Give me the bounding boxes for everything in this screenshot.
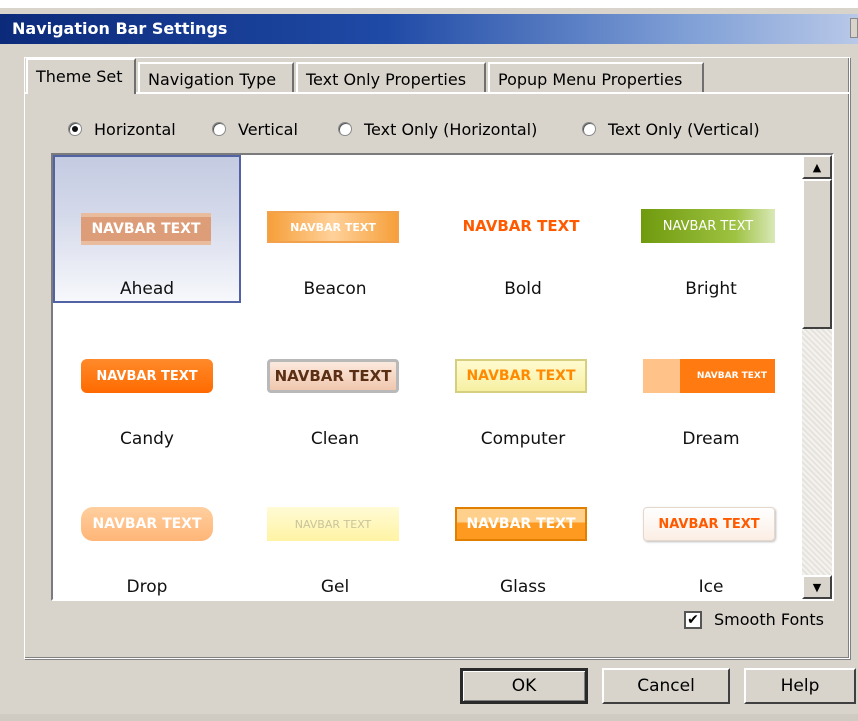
radio-button-icon [582, 122, 596, 136]
theme-preview: NAVBAR TEXT [267, 507, 399, 541]
dialog-bottom-edge [0, 714, 858, 721]
theme-label: Bold [504, 279, 542, 299]
theme-preview: NAVBAR TEXT [643, 507, 775, 541]
theme-tile-bright[interactable]: NAVBAR TEXT Bright [617, 155, 805, 303]
help-button[interactable]: Help [744, 668, 856, 704]
window-title: Navigation Bar Settings [12, 19, 228, 38]
radio-label: Horizontal [94, 119, 176, 139]
tab-text-only-properties[interactable]: Text Only Properties [296, 62, 486, 92]
theme-tile-gel[interactable]: NAVBAR TEXT Gel [241, 453, 429, 599]
theme-preview: NAVBAR TEXT [81, 359, 213, 393]
tab-popup-menu-properties[interactable]: Popup Menu Properties [488, 62, 704, 92]
theme-tile-computer[interactable]: NAVBAR TEXT Computer [429, 305, 617, 453]
radio-vertical[interactable]: Vertical [212, 118, 298, 140]
theme-tile-drop[interactable]: NAVBAR TEXT Drop [53, 453, 241, 599]
smooth-fonts-label: Smooth Fonts [714, 610, 824, 629]
arrow-down-icon[interactable]: ▼ [802, 575, 832, 599]
tab-strip-divider [24, 92, 850, 94]
radio-horizontal[interactable]: Horizontal [68, 118, 176, 140]
radio-label: Vertical [238, 119, 298, 139]
theme-tile-ahead[interactable]: NAVBAR TEXT Ahead [53, 155, 241, 303]
radio-text-only-vertical[interactable]: Text Only (Vertical) [582, 118, 760, 140]
theme-label: Glass [499, 577, 547, 597]
theme-tile-beacon[interactable]: NAVBAR TEXT Beacon [241, 155, 429, 303]
theme-label: Computer [480, 429, 566, 449]
radio-button-icon [338, 122, 352, 136]
theme-preview: NAVBAR TEXT [643, 359, 775, 393]
arrow-up-icon[interactable]: ▲ [802, 155, 832, 179]
radio-label: Text Only (Vertical) [608, 119, 760, 139]
theme-preview: NAVBAR TEXT [455, 359, 587, 393]
tab-theme-set[interactable]: Theme Set [26, 58, 136, 94]
radio-button-icon [68, 122, 82, 136]
theme-preview: NAVBAR TEXT [641, 209, 775, 243]
theme-tile-glass[interactable]: NAVBAR TEXT Glass [429, 453, 617, 599]
theme-label: Bright [685, 279, 737, 299]
theme-label: Clean [310, 429, 360, 449]
theme-label: Gel [320, 577, 350, 597]
radio-text-only-horizontal[interactable]: Text Only (Horizontal) [338, 118, 537, 140]
theme-label: Candy [120, 429, 174, 449]
theme-label: Dream [682, 429, 740, 449]
theme-preview: NAVBAR TEXT [267, 359, 399, 393]
theme-label: Beacon [303, 279, 367, 299]
theme-label: Drop [126, 577, 168, 597]
theme-label: Ice [698, 577, 724, 597]
theme-label: Ahead [119, 279, 175, 299]
scrollbar-thumb[interactable] [802, 179, 832, 329]
radio-label: Text Only (Horizontal) [364, 119, 538, 139]
ok-button[interactable]: OK [460, 668, 588, 704]
cancel-button[interactable]: Cancel [602, 668, 730, 704]
theme-tile-ice[interactable]: NAVBAR TEXT Ice [617, 453, 805, 599]
tab-navigation-type[interactable]: Navigation Type [138, 62, 294, 92]
theme-tile-bold[interactable]: NAVBAR TEXT Bold [429, 155, 617, 303]
theme-list: NAVBAR TEXT Ahead NAVBAR TEXT Beacon NAV… [51, 153, 834, 601]
theme-tile-dream[interactable]: NAVBAR TEXT Dream [617, 305, 805, 453]
checkmark-icon: ✔ [684, 610, 702, 629]
window-close-button[interactable] [850, 18, 858, 38]
smooth-fonts-checkbox[interactable]: ✔ Smooth Fonts [684, 610, 824, 629]
theme-preview: NAVBAR TEXT [81, 213, 211, 245]
theme-tile-clean[interactable]: NAVBAR TEXT Clean [241, 305, 429, 453]
radio-button-icon [212, 122, 226, 136]
theme-preview: NAVBAR TEXT [462, 217, 580, 235]
theme-preview: NAVBAR TEXT [455, 507, 587, 541]
theme-tile-candy[interactable]: NAVBAR TEXT Candy [53, 305, 241, 453]
theme-preview: NAVBAR TEXT [81, 507, 213, 541]
title-bar: Navigation Bar Settings [0, 14, 858, 44]
theme-preview: NAVBAR TEXT [267, 211, 399, 243]
theme-list-scrollbar[interactable]: ▲ ▼ [802, 155, 832, 599]
